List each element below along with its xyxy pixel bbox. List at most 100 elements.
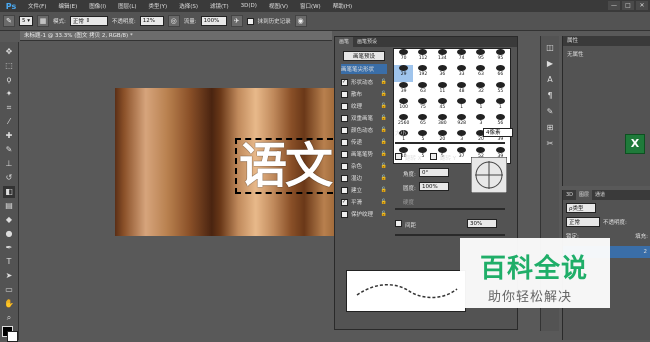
brush-option-row[interactable]: 保护纹理 🔓 — [341, 209, 387, 219]
layer-filter-row[interactable]: ρ类型 — [563, 202, 650, 214]
tool-presets-icon[interactable]: ✂ — [544, 138, 556, 150]
history-checkbox[interactable] — [246, 17, 254, 25]
brush-option-row[interactable]: ✓ 平滑 🔓 — [341, 197, 387, 207]
move-tool-icon[interactable]: ✥ — [3, 46, 15, 58]
brush-tip-cell[interactable]: 1 — [471, 97, 490, 114]
tab-brush-presets[interactable]: 画笔预设 — [353, 37, 381, 47]
brush-option-row[interactable]: 画笔笔势 🔓 — [341, 149, 387, 159]
brush-option-row[interactable]: 双重画笔 🔓 — [341, 113, 387, 123]
menu-filter[interactable]: 滤镜(T) — [204, 2, 235, 10]
brush-panel-toggle-icon[interactable]: ▦ — [37, 15, 50, 27]
layer-kind-select[interactable]: ρ类型 — [566, 203, 596, 213]
brush-option-checkbox[interactable] — [341, 210, 348, 218]
flip-x-checkbox[interactable] — [395, 153, 402, 160]
brush-tip-cell[interactable]: 65 — [413, 114, 432, 130]
dodge-tool-icon[interactable]: ● — [3, 228, 15, 240]
gradient-tool-icon[interactable]: ▤ — [3, 200, 15, 212]
blend-mode-select[interactable]: 正常 — [566, 217, 600, 227]
mode-select[interactable]: 正常 ⇕ — [69, 16, 108, 26]
brush-size-picker[interactable]: 5 ▾ — [19, 16, 34, 26]
menu-help[interactable]: 帮助(H) — [327, 2, 358, 10]
menu-type[interactable]: 类型(Y) — [143, 2, 174, 10]
healing-tool-icon[interactable]: ✚ — [3, 130, 15, 142]
brush-tip-cell[interactable]: 5 — [413, 130, 432, 146]
excel-icon[interactable]: X — [625, 134, 645, 154]
brush-tool-icon-sidebar[interactable]: ✎ — [3, 144, 15, 156]
pressure-size-icon[interactable]: ◉ — [294, 15, 307, 27]
brush-option-checkbox[interactable] — [341, 150, 348, 158]
brush-tip-cell[interactable]: 74 — [452, 49, 471, 65]
quick-select-tool-icon[interactable]: ✦ — [3, 88, 15, 100]
menu-layer[interactable]: 图层(L) — [112, 2, 142, 10]
document-canvas[interactable]: 语文 — [115, 88, 335, 236]
brush-option-checkbox[interactable] — [341, 162, 348, 170]
brush-tip-cell[interactable]: 63 — [471, 65, 490, 81]
brush-tip-cell[interactable]: 29 — [394, 65, 414, 82]
brush-option-row[interactable]: 传递 🔓 — [341, 137, 387, 147]
background-color-swatch[interactable] — [7, 331, 18, 342]
brush-tip-cell[interactable]: 3 — [452, 130, 471, 146]
brush-tip-cell[interactable]: 20 — [433, 130, 452, 146]
brush-tip-cell[interactable]: 134 — [433, 49, 452, 65]
brush-tip-cell[interactable]: 95 — [471, 49, 490, 65]
brush-tip-cell[interactable]: 70 — [394, 49, 413, 65]
brush-option-checkbox[interactable] — [341, 126, 348, 134]
close-button[interactable]: ✕ — [636, 1, 648, 10]
lock-icon[interactable]: 🔓 — [381, 199, 387, 205]
brush-tip-cell[interactable]: 100 — [394, 97, 413, 114]
spacing-input[interactable]: 30% — [467, 219, 497, 228]
lock-icon[interactable]: 🔓 — [381, 127, 387, 133]
brush-tip-cell[interactable]: 928 — [452, 114, 471, 130]
brush-option-checkbox[interactable] — [341, 186, 348, 194]
character-panel-icon[interactable]: A — [544, 74, 556, 86]
menu-select[interactable]: 选择(S) — [173, 2, 204, 10]
paragraph-panel-icon[interactable]: ¶ — [544, 90, 556, 102]
lock-icon[interactable]: 🔓 — [381, 115, 387, 121]
pressure-opacity-icon[interactable]: ◎ — [167, 15, 180, 27]
hand-tool-icon[interactable]: ✋ — [3, 298, 15, 310]
brush-option-row[interactable]: 湿边 🔓 — [341, 173, 387, 183]
lock-icon[interactable]: 🔓 — [381, 175, 387, 181]
stamp-tool-icon[interactable]: ⊥ — [3, 158, 15, 170]
size-input[interactable]: 4像素 — [483, 128, 513, 137]
brush-tips-grid[interactable]: 70 112 134 74 95 95 29 192 36 33 63 66 39 63 11 48 32 55 1… — [393, 48, 511, 164]
brush-option-row[interactable]: 颜色动态 🔓 — [341, 125, 387, 135]
brush-tip-cell[interactable]: 112 — [413, 49, 432, 65]
brush-presets-button[interactable]: 画笔预设 — [343, 51, 385, 61]
spacing-checkbox[interactable] — [395, 220, 402, 227]
brush-tip-cell[interactable]: 55 — [491, 81, 510, 98]
brush-option-checkbox[interactable] — [341, 90, 348, 98]
hardness-slider[interactable] — [395, 208, 505, 210]
tab-3d[interactable]: 3D — [563, 190, 576, 200]
brush-option-checkbox[interactable] — [341, 174, 348, 182]
clone-source-icon[interactable]: ⊞ — [544, 122, 556, 134]
brush-tip-cell[interactable]: 95 — [491, 49, 510, 65]
blur-tool-icon[interactable]: ◆ — [3, 214, 15, 226]
lock-icon[interactable]: 🔓 — [381, 79, 387, 85]
flow-input[interactable]: 100% — [200, 16, 227, 26]
history-panel-icon[interactable]: ◫ — [544, 42, 556, 54]
spacing-slider[interactable] — [395, 234, 505, 236]
tab-layers[interactable]: 图层 — [576, 190, 593, 200]
pen-tool-icon[interactable]: ✒ — [3, 242, 15, 254]
angle-input[interactable]: 0° — [419, 168, 449, 177]
lock-icon[interactable]: 🔓 — [381, 211, 387, 217]
brush-tip-cell[interactable]: 32 — [471, 81, 490, 98]
brush-tip-cell[interactable]: 45 — [433, 97, 452, 114]
brush-option-row[interactable]: 杂色 🔓 — [341, 161, 387, 171]
lock-icon[interactable]: 🔓 — [381, 139, 387, 145]
opacity-input[interactable]: 12% — [139, 16, 164, 26]
brush-tip-cell[interactable]: 2560 — [394, 114, 413, 130]
menu-window[interactable]: 窗口(W) — [294, 2, 327, 10]
lock-icon[interactable]: 🔓 — [381, 103, 387, 109]
airbrush-icon[interactable]: ✈ — [230, 15, 243, 27]
shape-tool-icon[interactable]: ▭ — [3, 284, 15, 296]
brush-tip-cell[interactable]: 1 — [452, 97, 471, 114]
brush-option-row[interactable]: 建立 🔓 — [341, 185, 387, 195]
zoom-tool-icon[interactable]: ⌕ — [3, 312, 15, 324]
menu-edit[interactable]: 编辑(E) — [52, 2, 83, 10]
brush-option-checkbox[interactable] — [341, 114, 348, 122]
brush-panel-icon[interactable]: ✎ — [544, 106, 556, 118]
brush-tip-cell[interactable]: 36 — [433, 65, 452, 81]
flip-y-checkbox[interactable] — [430, 153, 437, 160]
